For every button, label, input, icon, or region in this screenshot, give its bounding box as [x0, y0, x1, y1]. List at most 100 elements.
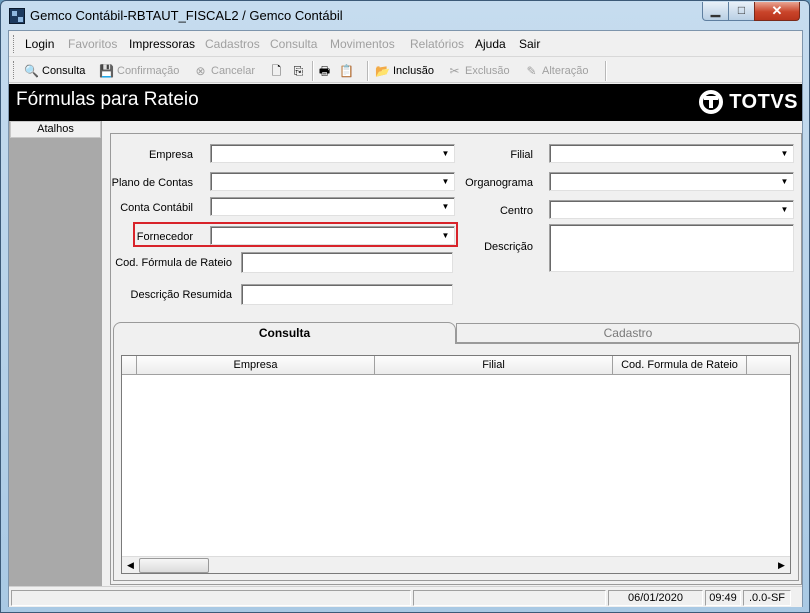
page-title: Fórmulas para Rateio [16, 89, 199, 110]
totvs-logo-text: TOTVS [729, 90, 798, 113]
column-empresa[interactable]: Empresa [137, 356, 375, 374]
scroll-left-icon[interactable]: ◀ [122, 557, 139, 574]
menu-login[interactable]: Login [25, 37, 54, 51]
cancelar-label: Cancelar [211, 65, 256, 77]
status-time: 09:49 [705, 590, 741, 606]
totvs-logo: TOTVS [699, 88, 802, 116]
menu-movimentos[interactable]: Movimentos [330, 37, 395, 51]
cancel-icon: ⊗ [195, 63, 206, 78]
organograma-select[interactable]: ▼ [549, 172, 794, 191]
chevron-down-icon: ▼ [441, 149, 450, 158]
menu-relatorios[interactable]: Relatórios [410, 37, 464, 51]
chevron-down-icon: ▼ [441, 231, 450, 240]
horizontal-scrollbar[interactable]: ◀ ▶ [122, 556, 790, 573]
minimize-icon: ▁ [710, 3, 721, 17]
descricao-label: Descrição [484, 241, 533, 253]
toolbar-separator [312, 61, 314, 81]
plano-contas-select[interactable]: ▼ [210, 172, 455, 191]
empresa-label: Empresa [148, 149, 193, 161]
chevron-down-icon: ▼ [780, 149, 789, 158]
fornecedor-label: Fornecedor [136, 231, 193, 243]
descricao-resumida-label: Descrição Resumida [130, 289, 232, 301]
menu-cadastros[interactable]: Cadastros [205, 37, 260, 51]
scroll-right-icon[interactable]: ▶ [773, 557, 790, 574]
results-grid[interactable]: Empresa Filial Cod. Formula de Rateio ◀ … [121, 355, 791, 574]
maximize-button[interactable]: □ [728, 2, 755, 21]
tab-consulta[interactable]: Consulta [113, 322, 456, 344]
chevron-down-icon: ▼ [780, 177, 789, 186]
menu-grip [13, 35, 16, 53]
exclusao-label: Exclusão [465, 65, 510, 77]
close-button[interactable]: ✕ [754, 2, 800, 21]
form-panel: Empresa ▼ Plano de Contas ▼ Conta Contáb… [110, 133, 802, 585]
fornecedor-select[interactable]: ▼ [210, 226, 455, 245]
status-bar: 06/01/2020 09:49 .0.0-SF [9, 586, 802, 607]
print-button[interactable]: 🖶 [317, 62, 335, 80]
organograma-label: Organograma [465, 177, 533, 189]
column-cod-formula[interactable]: Cod. Formula de Rateio [613, 356, 747, 374]
client-area: Login Favoritos Impressoras Cadastros Co… [8, 30, 803, 607]
confirmacao-button[interactable]: 💾 Confirmação [99, 62, 179, 80]
centro-label: Centro [499, 205, 533, 217]
toolbar-grip [13, 61, 16, 79]
alteracao-label: Alteração [542, 65, 589, 77]
centro-select[interactable]: ▼ [549, 200, 794, 219]
new-document-button[interactable]: 🗋 [269, 62, 287, 80]
consulta-label: Consulta [42, 65, 86, 77]
save-icon: 💾 [99, 63, 114, 78]
grid-row-indicator-header [122, 356, 137, 374]
application-window: Gemco Contábil-RBTAUT_FISCAL2 / Gemco Co… [0, 0, 810, 613]
report-button[interactable]: 📋 [339, 62, 357, 80]
filial-select[interactable]: ▼ [549, 144, 794, 163]
tab-cadastro[interactable]: Cadastro [456, 323, 800, 343]
cod-formula-label: Cod. Fórmula de Rateio [115, 257, 232, 269]
column-filial[interactable]: Filial [375, 356, 613, 374]
menu-impressoras[interactable]: Impressoras [129, 37, 195, 51]
inclusao-button[interactable]: 📂 Inclusão [375, 62, 434, 80]
plano-contas-label: Plano de Contas [111, 177, 193, 189]
search-icon: 🔍 [24, 63, 39, 78]
menu-consulta[interactable]: Consulta [270, 37, 317, 51]
cancelar-button[interactable]: ⊗ Cancelar [193, 62, 255, 80]
menu-sair[interactable]: Sair [519, 37, 540, 51]
confirmacao-label: Confirmação [117, 65, 180, 77]
form-header: Fórmulas para Rateio TOTVS [9, 84, 802, 121]
empresa-select[interactable]: ▼ [210, 144, 455, 163]
edit-icon: ✎ [526, 63, 537, 78]
descricao-textarea[interactable] [549, 224, 794, 272]
menu-favoritos[interactable]: Favoritos [68, 37, 117, 51]
export-button[interactable]: ⎘ [291, 62, 309, 80]
filial-label: Filial [510, 149, 533, 161]
status-date: 06/01/2020 [608, 590, 703, 606]
conta-contabil-select[interactable]: ▼ [210, 197, 455, 216]
toolbar-separator [605, 61, 607, 81]
exclusao-button[interactable]: ✂ Exclusão [447, 62, 510, 80]
menu-ajuda[interactable]: Ajuda [475, 37, 506, 51]
new-document-icon: 🗋 [271, 63, 282, 78]
toolbar-separator [367, 61, 369, 81]
descricao-resumida-input[interactable] [241, 284, 453, 305]
consulta-button[interactable]: 🔍 Consulta [24, 62, 85, 80]
grid-header: Empresa Filial Cod. Formula de Rateio [122, 356, 790, 375]
status-panel-message [11, 590, 411, 606]
conta-contabil-label: Conta Contábil [120, 202, 193, 214]
status-panel-info [413, 590, 606, 606]
toolbar: 🔍 Consulta 💾 Confirmação ⊗ Cancelar 🗋 ⎘ 🖶 📋… [9, 58, 802, 83]
title-bar[interactable]: Gemco Contábil-RBTAUT_FISCAL2 / Gemco Co… [1, 1, 809, 30]
inclusao-label: Inclusão [393, 65, 434, 77]
window-title: Gemco Contábil-RBTAUT_FISCAL2 / Gemco Co… [30, 8, 343, 23]
alteracao-button[interactable]: ✎ Alteração [524, 62, 588, 80]
include-icon: 📂 [375, 63, 390, 78]
totvs-logo-icon [699, 90, 724, 114]
cod-formula-input[interactable] [241, 252, 453, 273]
atalhos-button[interactable]: Atalhos [10, 121, 101, 138]
sidebar: Atalhos [9, 121, 102, 587]
close-icon: ✕ [771, 3, 783, 18]
minimize-button[interactable]: ▁ [702, 2, 729, 21]
report-icon: 📋 [339, 63, 354, 78]
scrollbar-thumb[interactable] [139, 558, 209, 573]
delete-icon: ✂ [449, 63, 460, 78]
chevron-down-icon: ▼ [780, 205, 789, 214]
export-icon: ⎘ [293, 63, 304, 78]
status-version: .0.0-SF [743, 590, 791, 606]
